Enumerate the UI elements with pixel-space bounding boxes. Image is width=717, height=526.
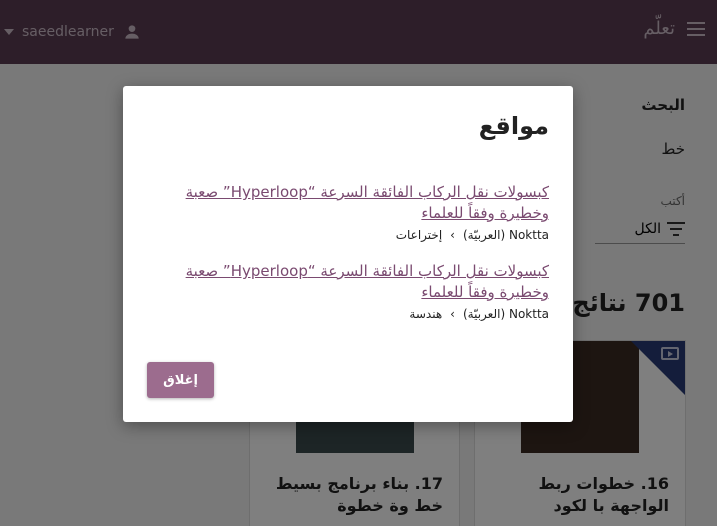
sites-dialog: مواقع كبسولات نقل الركاب الفائقة السرعة … xyxy=(123,86,573,422)
site-entry: كبسولات نقل الركاب الفائقة السرعة “Hyper… xyxy=(169,261,549,321)
site-category: هندسة xyxy=(409,307,443,321)
site-meta: Noktta (العربيّة) › إختراعات xyxy=(169,228,549,242)
site-source: Noktta (العربيّة) xyxy=(462,228,549,242)
dialog-title: مواقع xyxy=(478,112,549,140)
site-source: Noktta (العربيّة) xyxy=(462,307,549,321)
site-entry: كبسولات نقل الركاب الفائقة السرعة “Hyper… xyxy=(169,182,549,242)
breadcrumb-separator: › xyxy=(450,228,455,242)
breadcrumb-separator: › xyxy=(450,307,455,321)
site-link[interactable]: كبسولات نقل الركاب الفائقة السرعة “Hyper… xyxy=(169,182,549,224)
site-link[interactable]: كبسولات نقل الركاب الفائقة السرعة “Hyper… xyxy=(169,261,549,303)
site-meta: Noktta (العربيّة) › هندسة xyxy=(169,307,549,321)
site-category: إختراعات xyxy=(395,228,443,242)
close-button[interactable]: إغلاق xyxy=(147,362,214,398)
